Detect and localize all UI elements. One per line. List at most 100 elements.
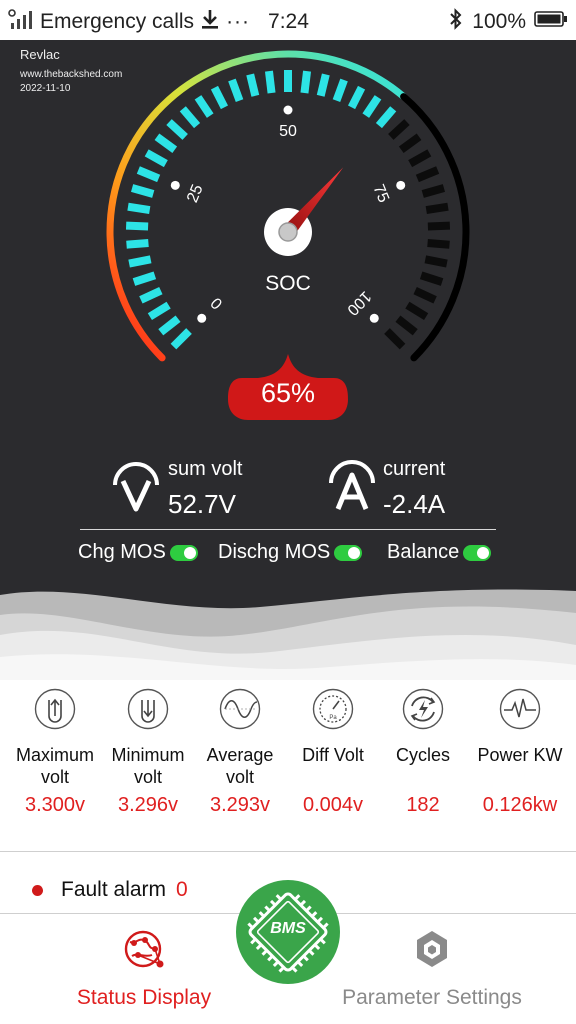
fault-alarm-row[interactable]: Fault alarm 0 xyxy=(32,878,188,902)
stat-value: 3.300v xyxy=(24,794,86,816)
chg-mos-switch[interactable] xyxy=(169,544,198,561)
status-bar: Emergency calls ··· 7:24 100% xyxy=(0,0,576,40)
gauge-segment xyxy=(158,315,181,336)
fault-count: 0 xyxy=(176,878,188,901)
stat-average-volt: Average volt 3.293v xyxy=(192,688,288,817)
cell-stats: Maximum volt 3.300v Minimum volt 3.296v … xyxy=(0,680,576,850)
gauge-segment xyxy=(384,328,406,350)
max-volt-icon xyxy=(34,688,76,730)
gauge-tick-dot xyxy=(283,105,293,115)
gauge-segment xyxy=(246,73,260,97)
gauge-segment xyxy=(136,166,161,183)
dischg-mos-switch[interactable] xyxy=(334,544,363,561)
gauge-segment xyxy=(147,301,171,321)
gauge-segment xyxy=(228,78,244,103)
gauge-tick-dot xyxy=(197,313,207,323)
gauge-segment xyxy=(194,95,214,118)
gauge-segment xyxy=(347,85,366,110)
gauge-segment xyxy=(126,238,149,249)
balance-switch[interactable] xyxy=(463,544,492,561)
nav-status-label: Status Display xyxy=(76,986,212,1009)
download-icon xyxy=(200,8,220,36)
stat-diff-volt: Pa Diff Volt 0.004v xyxy=(285,688,381,817)
stats-divider xyxy=(0,851,576,852)
balance-toggle[interactable]: Balance xyxy=(387,541,492,564)
stat-name: Maximum volt xyxy=(15,745,94,787)
nav-status-display[interactable]: Status Display xyxy=(60,928,228,1010)
dischg-mos-label: Dischg MOS xyxy=(218,541,331,563)
sum-volt-value: 52.7V xyxy=(168,489,236,519)
globe-network-icon xyxy=(122,928,166,972)
gauge-tick-dot xyxy=(369,313,379,323)
gauge-segment xyxy=(144,149,168,168)
svg-text:Pa: Pa xyxy=(329,715,337,721)
clock: 7:24 xyxy=(268,10,309,33)
mos-toggles: Chg MOS Dischg MOS Balance xyxy=(0,541,576,571)
pressure-gauge-icon: Pa xyxy=(312,688,354,730)
gauge-segment xyxy=(125,221,149,231)
gauge-tick-label: 100 xyxy=(343,287,374,318)
gauge-segment xyxy=(127,202,151,215)
stat-maximum-volt: Maximum volt 3.300v xyxy=(7,688,103,817)
stat-value: 0.004v xyxy=(302,794,364,816)
stat-name: Cycles xyxy=(395,745,450,765)
gauge-tick-dot xyxy=(170,180,180,190)
gauge-segment xyxy=(425,202,449,215)
gauge-segment xyxy=(408,149,432,168)
sum-volt-label: sum volt xyxy=(168,458,243,480)
gauge-segment xyxy=(170,328,192,350)
stat-value: 3.293v xyxy=(209,794,271,816)
gauge-tick-label: 0 xyxy=(208,294,226,312)
gauge-segment xyxy=(421,184,446,198)
sine-wave-icon xyxy=(219,688,261,730)
current-value: -2.4A xyxy=(383,489,446,519)
chg-mos-label: Chg MOS xyxy=(78,541,166,563)
gauge-segment xyxy=(179,106,201,129)
current-label: current xyxy=(383,458,446,480)
stat-name: Minimum volt xyxy=(111,745,185,787)
chg-mos-toggle[interactable]: Chg MOS xyxy=(78,541,198,564)
voltmeter-icon xyxy=(110,461,162,518)
gauge-segment xyxy=(128,255,152,268)
stat-name: Diff Volt xyxy=(302,745,364,765)
ammeter-icon xyxy=(326,459,378,518)
bms-home-button[interactable]: BMS xyxy=(236,880,340,984)
stat-minimum-volt: Minimum volt 3.296v xyxy=(100,688,196,817)
gauge-segment xyxy=(210,85,229,110)
stat-value: 0.126kw xyxy=(482,794,558,816)
decorative-wave xyxy=(0,589,576,680)
balance-label: Balance xyxy=(387,541,460,563)
gauge-segment xyxy=(316,73,330,97)
bms-label: BMS xyxy=(270,920,306,937)
battery-percent: 100% xyxy=(472,10,526,33)
battery-icon xyxy=(534,10,568,34)
gauge-segment xyxy=(154,133,178,153)
stat-power-kw: Power KW 0.126kw xyxy=(472,688,568,817)
soc-label: SOC xyxy=(265,272,311,295)
gauge-segment xyxy=(375,106,397,129)
gauge-segment xyxy=(415,166,440,183)
stat-name: Average volt xyxy=(206,745,274,787)
gauge-segment xyxy=(388,119,410,140)
gauge-needle-cap xyxy=(278,222,298,242)
fault-label: Fault alarm xyxy=(61,878,167,901)
stat-value: 182 xyxy=(406,794,440,816)
stat-cycles: Cycles 182 xyxy=(375,688,471,817)
gauge-tick-label: 25 xyxy=(184,182,207,205)
gauge-segment xyxy=(264,70,276,94)
gauge-segment xyxy=(300,70,312,94)
gauge-segment xyxy=(427,238,450,249)
dischg-mos-toggle[interactable]: Dischg MOS xyxy=(218,541,363,564)
nav-parameter-settings[interactable]: Parameter Settings xyxy=(328,928,536,1010)
gauge-tick-label: 75 xyxy=(369,182,392,205)
gauge-segment xyxy=(332,78,348,103)
signal-icon xyxy=(8,8,34,36)
gauge-segment xyxy=(398,133,422,153)
stat-value: 3.296v xyxy=(117,794,179,816)
gauge-tick-label: 50 xyxy=(279,123,297,140)
more-notifications-icon: ··· xyxy=(226,10,251,33)
nav-params-label: Parameter Settings xyxy=(342,986,522,1009)
fault-indicator-dot xyxy=(32,884,43,896)
gauge-segment xyxy=(132,271,157,286)
gauge-segment xyxy=(424,255,448,268)
